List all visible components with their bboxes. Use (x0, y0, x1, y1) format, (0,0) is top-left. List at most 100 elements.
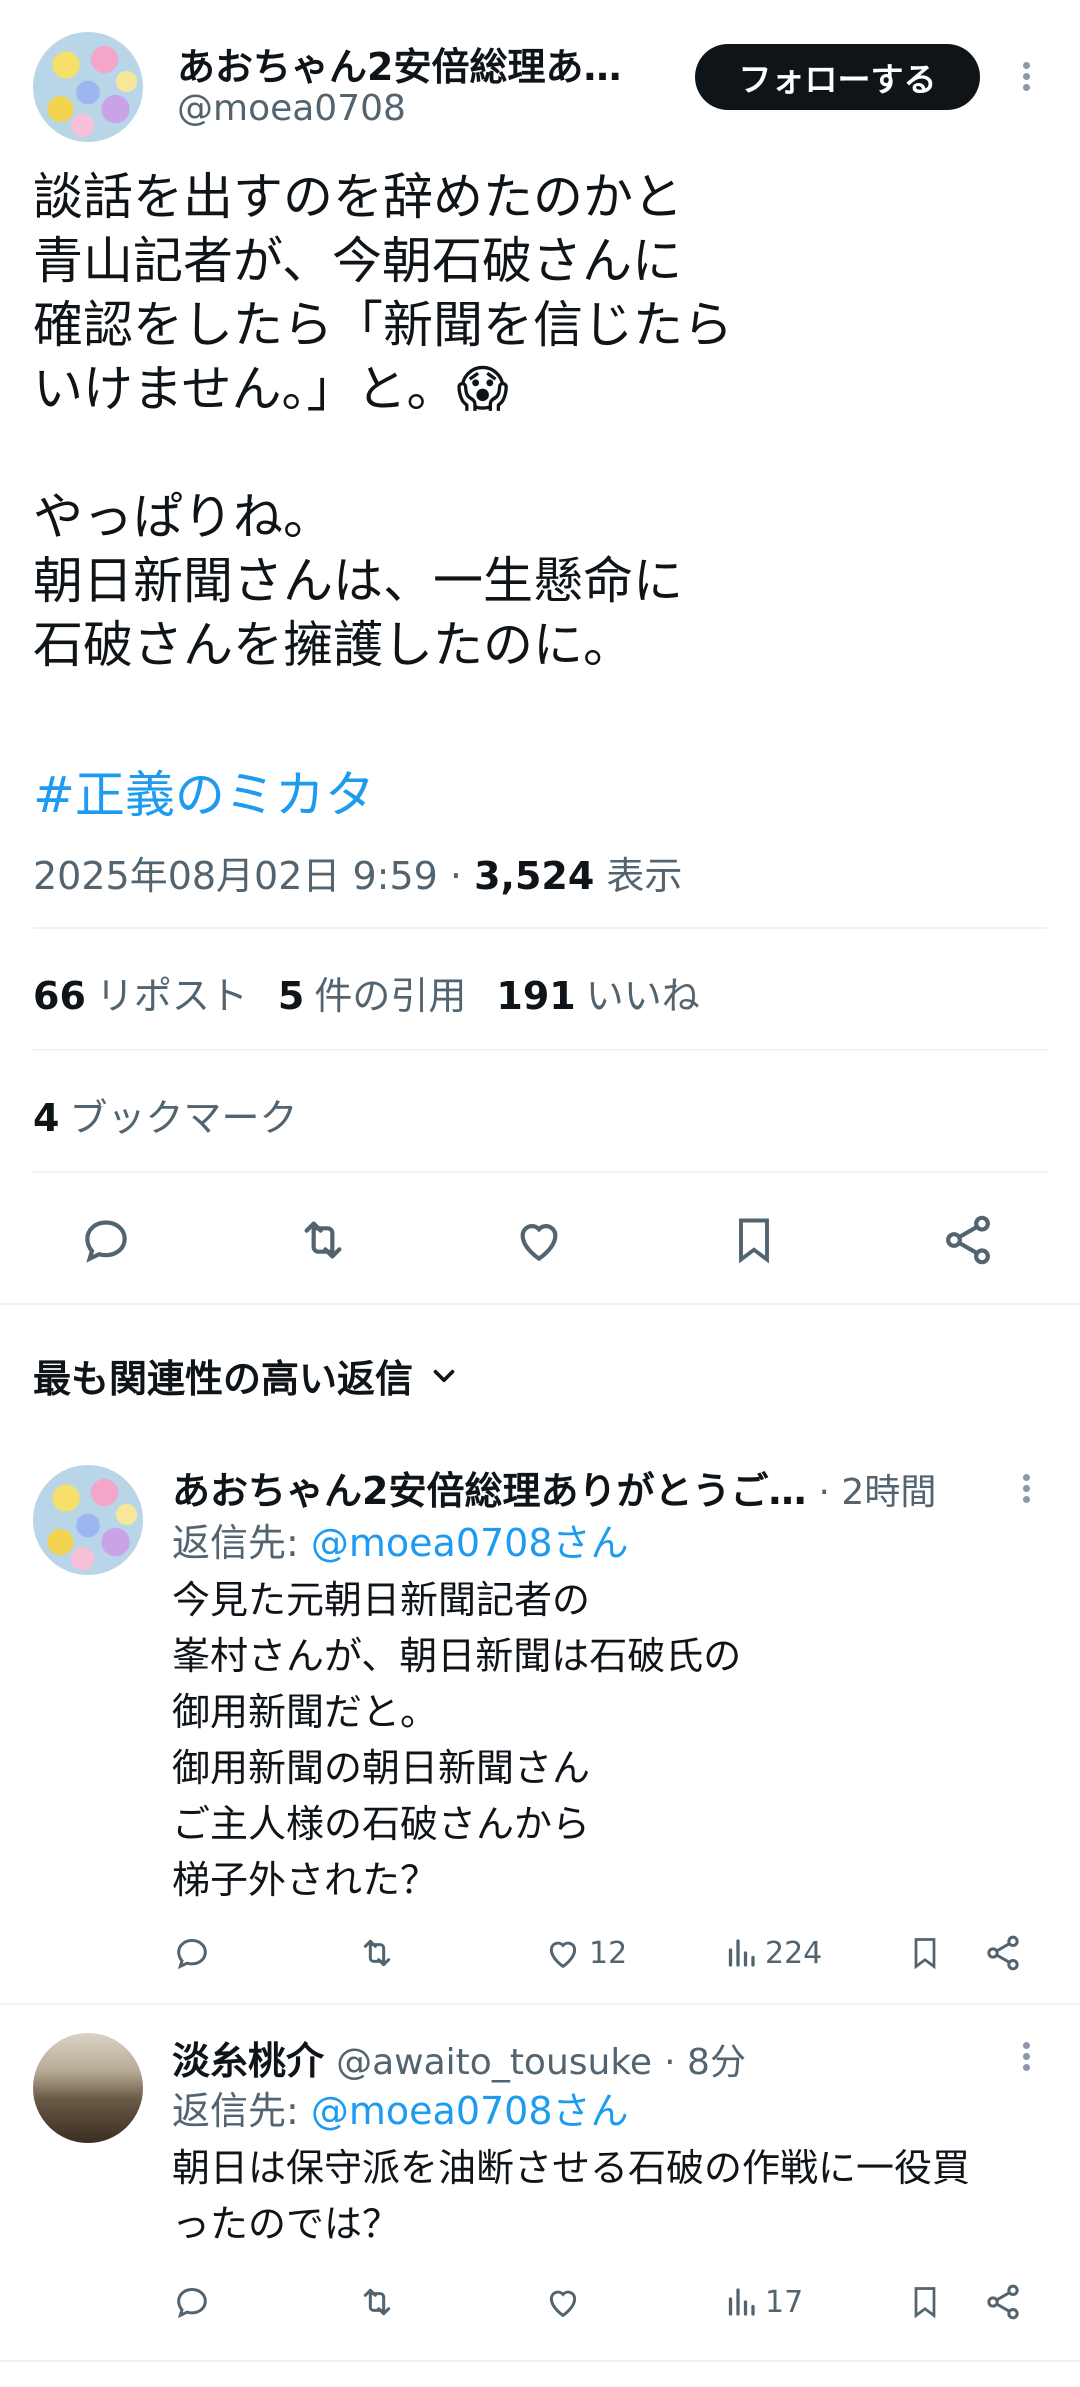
reply-to-handle[interactable]: @moea0708さん (311, 1521, 629, 1565)
sort-label: 最も関連性の高い返信 (33, 1357, 414, 1401)
bookmark-button[interactable] (728, 1212, 780, 1268)
tweet-line: 石破さんを擁護したのに。 (33, 616, 633, 674)
reply-divider (0, 2360, 1080, 2362)
reply-like-count: 12 (589, 1935, 628, 1971)
reply-time[interactable]: · 2時間 (819, 1472, 937, 1513)
reply-sort-selector[interactable]: 最も関連性の高い返信 (33, 1348, 461, 1403)
reply-line: 峯村さんが、朝日新聞は石破氏の (172, 1634, 742, 1678)
share-icon (987, 2284, 1019, 2320)
divider (33, 1171, 1047, 1173)
reply-reply-button[interactable] (172, 2282, 212, 2322)
author-avatar[interactable] (33, 32, 143, 142)
divider (33, 927, 1047, 929)
reposts-stat[interactable]: 66 リポスト (33, 965, 248, 1020)
reply-repost-button[interactable] (355, 1933, 399, 1973)
likes-label: いいね (585, 974, 700, 1018)
like-button[interactable] (510, 1212, 568, 1268)
reply-author-name[interactable]: 淡糸桃介 (172, 2039, 324, 2083)
reply-time[interactable]: · 8分 (664, 2042, 746, 2083)
tweet-line: 談話を出すのを辞めたのかと (33, 168, 683, 226)
repost-icon (304, 1221, 342, 1259)
more-icon[interactable] (1021, 2038, 1031, 2075)
chevron-down-icon (433, 1369, 455, 1382)
reply-views-count: 17 (765, 2284, 804, 2320)
quotes-label: 件の引用 (314, 974, 467, 1018)
tweet-line: やっぱりね。 (33, 488, 333, 546)
reply-bookmark-button[interactable] (907, 2282, 943, 2322)
reply-reply-button[interactable] (172, 1933, 212, 1973)
reply-views-count: 224 (765, 1935, 823, 1971)
views-label: 表示 (606, 854, 683, 898)
tweet-meta: 2025年08月02日 9:59 · 3,524 表示 (33, 845, 682, 900)
reply-author-name[interactable]: あおちゃん2安倍総理ありがとうご… (172, 1469, 806, 1513)
reply-body: 朝日は保守派を油断させる石破の作戦に一役買 ったのでは？ (172, 2140, 970, 2252)
reply-line: ご主人様の石破さんから (172, 1802, 591, 1846)
likes-stat[interactable]: 191 いいね (496, 965, 699, 1020)
author-name[interactable]: あおちゃん2安倍総理あ… (177, 36, 621, 91)
reply-button[interactable] (78, 1212, 134, 1268)
bookmark-icon (739, 1218, 769, 1264)
tweet-line: 青山記者が、今朝石破さんに (33, 232, 682, 290)
repost-icon (363, 1939, 391, 1967)
reply-author-handle[interactable]: @awaito_tousuke (336, 2042, 652, 2083)
views-icon (728, 1939, 755, 1967)
bookmarks-stat[interactable]: 4 ブックマーク (33, 1087, 297, 1142)
engagement-stats: 66 リポスト 5 件の引用 191 いいね (33, 965, 700, 1020)
reply-bookmark-button[interactable] (907, 1933, 943, 1973)
reply-icon (85, 1220, 127, 1263)
tweet-line (33, 421, 733, 485)
meta-separator: · (449, 854, 475, 898)
reply-like-button[interactable] (543, 2282, 583, 2322)
likes-count: 191 (496, 974, 576, 1018)
follow-button[interactable]: フォローする (695, 44, 980, 110)
reply-line: 朝日は保守派を油断させる石破の作戦に一役買 (172, 2146, 971, 2190)
reply-line: ったのでは？ (172, 2202, 401, 2246)
reply-icon (177, 2287, 207, 2319)
tweet-detail-page: あおちゃん2安倍総理あ… @moea0708 フォローする 談話を出すのを辞めた… (0, 0, 1080, 2387)
timestamp[interactable]: 2025年08月02日 9:59 (33, 854, 438, 898)
reply-to-handle[interactable]: @moea0708さん (311, 2089, 629, 2133)
repost-icon (363, 2288, 391, 2316)
reply-header: あおちゃん2安倍総理ありがとうご… · 2時間 (172, 1460, 936, 1515)
quotes-stat[interactable]: 5 件の引用 (278, 965, 466, 1020)
reply-to: 返信先: @moea0708さん (172, 2083, 629, 2139)
reply-line: 今見た元朝日新聞記者の (172, 1578, 591, 1622)
bookmarks-label: ブックマーク (69, 1096, 298, 1140)
reply-to: 返信先: @moea0708さん (172, 1515, 629, 1571)
more-icon[interactable] (1021, 1470, 1031, 1507)
quotes-count: 5 (277, 974, 305, 1018)
reply-line: 御用新聞だと。 (172, 1690, 439, 1734)
bookmark-icon (914, 1938, 936, 1970)
reply-icon (177, 1938, 207, 1970)
reply-avatar[interactable] (33, 2033, 143, 2143)
more-icon[interactable] (1021, 58, 1031, 95)
author-handle[interactable]: @moea0708 (177, 88, 406, 129)
repost-button[interactable] (293, 1212, 353, 1268)
tweet-line: いけません。」と。😱 (33, 360, 509, 418)
divider (33, 1049, 1047, 1051)
heart-icon (520, 1224, 558, 1262)
hashtag-link[interactable]: #正義のミカタ (33, 755, 375, 827)
heart-icon (549, 1941, 577, 1969)
reply-repost-button[interactable] (355, 2282, 399, 2322)
reposts-count: 66 (33, 974, 86, 1018)
reply-like-button[interactable]: 12 (543, 1933, 627, 1973)
reply-share-button[interactable] (983, 1933, 1023, 1973)
share-button[interactable] (940, 1212, 996, 1268)
tweet-line: 朝日新聞さんは、一生懸命に (33, 552, 683, 610)
views-count: 3,524 (474, 854, 595, 898)
tweet-body: 談話を出すのを辞めたのかと 青山記者が、今朝石破さんに 確認をしたら「新聞を信じ… (33, 165, 733, 677)
reposts-label: リポスト (95, 974, 248, 1018)
views-icon (728, 2288, 755, 2316)
reply-views-button[interactable]: 17 (723, 2282, 803, 2322)
heart-icon (549, 2290, 577, 2318)
reply-avatar[interactable] (33, 1465, 143, 1575)
reply-views-button[interactable]: 224 (723, 1933, 822, 1973)
share-icon (946, 1215, 990, 1265)
reply-to-prefix: 返信先: (172, 2089, 311, 2133)
reply-line: 梯子外された？ (172, 1858, 439, 1902)
reply-share-button[interactable] (983, 2282, 1023, 2322)
reply-body: 今見た元朝日新聞記者の 峯村さんが、朝日新聞は石破氏の 御用新聞だと。 御用新聞… (172, 1572, 741, 1908)
reply-to-prefix: 返信先: (172, 1521, 311, 1565)
section-divider (0, 1303, 1080, 1305)
